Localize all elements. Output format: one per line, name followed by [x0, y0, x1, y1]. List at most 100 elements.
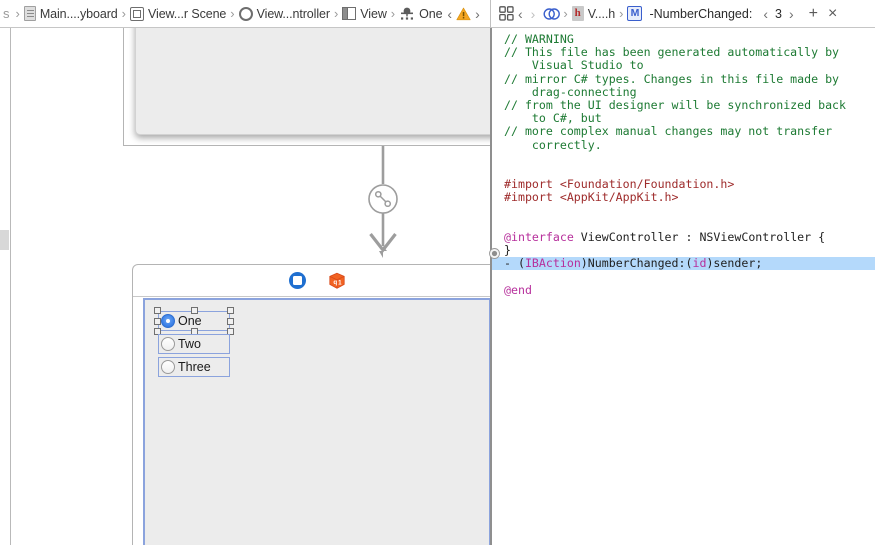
code-token: <Foundation/Foundation.h>	[559, 177, 735, 192]
warning-triangle-icon[interactable]	[456, 7, 471, 21]
close-assistant-editor-button[interactable]: ×	[823, 5, 842, 22]
interface-builder-canvas[interactable]: q 1 One Two Three	[0, 28, 491, 545]
radio-option-two[interactable]: Two	[158, 334, 230, 354]
code-token: @interface	[504, 229, 574, 244]
code-line: @end	[492, 282, 875, 297]
method-badge-icon: M	[627, 6, 643, 21]
breadcrumb-symbol-label: -NumberChanged:	[649, 6, 753, 21]
pane-divider[interactable]	[490, 28, 492, 545]
code-token: #import	[504, 190, 560, 205]
scene-root-view[interactable]: One Two Three	[143, 298, 491, 545]
code-token: // This file has been generated automati…	[504, 45, 840, 60]
header-file-icon: h	[571, 6, 584, 21]
radio-option-one[interactable]: One	[154, 307, 234, 335]
code-token: )NumberChanged:(	[580, 256, 693, 271]
code-token: to C#, but	[504, 111, 602, 126]
code-token: }	[504, 243, 511, 257]
assistant-separator: ›	[563, 6, 568, 21]
xcode-window: s › Main....yboard › View...r Scene › Vi…	[0, 0, 875, 545]
code-token: ViewController : NSViewController {	[573, 229, 826, 244]
canvas-jump-bar: s › Main....yboard › View...r Scene › Vi…	[0, 0, 491, 28]
breadcrumb-separator: ›	[390, 6, 396, 21]
code-line: - (IBAction)NumberChanged:(id)sender;	[492, 256, 875, 271]
navigator-edge-strip	[0, 28, 11, 545]
code-token: // mirror C# types. Changes in this file…	[504, 71, 840, 86]
radio-dot-icon	[161, 337, 175, 351]
code-token: #import	[504, 177, 560, 192]
radio-option-one-label: One	[178, 313, 202, 328]
view-controller-icon	[238, 6, 253, 21]
code-line: #import <AppKit/AppKit.h>	[492, 191, 875, 204]
counter-prev-button[interactable]: ‹	[759, 7, 772, 21]
code-token: // from the UI designer will be synchron…	[504, 97, 847, 112]
code-token: // WARNING	[504, 32, 574, 46]
counter-next-button[interactable]: ›	[785, 7, 798, 21]
breadcrumb-header-file-label: V....h	[587, 6, 616, 21]
assistant-forward-button[interactable]: ›	[527, 7, 540, 21]
code-token: @end	[504, 282, 532, 297]
related-files-grid-icon[interactable]	[499, 6, 514, 21]
breadcrumb-storyboard[interactable]: Main....yboard	[23, 3, 119, 25]
canvas-forward-button[interactable]: ›	[471, 7, 484, 21]
radio-dot-icon	[161, 314, 175, 328]
radio-group-icon	[399, 7, 415, 21]
view-controller-dock-icon[interactable]	[288, 272, 306, 289]
code-token: )sender;	[706, 256, 763, 271]
breadcrumb-separator: ›	[333, 6, 339, 21]
navigator-edge-handle[interactable]	[0, 230, 9, 250]
breadcrumb-scene-label: View...r Scene	[148, 6, 227, 21]
breadcrumb-separator: ›	[15, 6, 20, 21]
view-icon	[342, 7, 357, 20]
code-line: @interface ViewController : NSViewContro…	[492, 229, 875, 244]
source-code[interactable]: // WARNING// This file has been generate…	[492, 28, 875, 297]
code-token: - (	[504, 256, 525, 271]
breadcrumb-view-controller-label: View...ntroller	[256, 6, 330, 21]
storyboard-document-icon	[23, 6, 36, 21]
scene-dock: q 1	[133, 265, 491, 297]
segue-connection[interactable]	[366, 146, 400, 264]
scene-upper-view[interactable]	[135, 28, 491, 135]
scene-icon	[130, 6, 144, 21]
code-token: // more complex manual changes may not t…	[504, 124, 833, 139]
assistant-back-button[interactable]: ‹	[514, 7, 527, 21]
svg-text:1: 1	[338, 279, 342, 286]
add-assistant-editor-button[interactable]: +	[804, 5, 823, 22]
radio-dot-icon	[161, 360, 175, 374]
breadcrumb-radio-group[interactable]: One	[398, 3, 443, 25]
assistant-separator: ›	[619, 6, 624, 21]
first-responder-cube-icon[interactable]: q 1	[328, 272, 346, 290]
breadcrumb-radio-group-label: One	[419, 6, 443, 21]
breadcrumb-scene[interactable]: View...r Scene	[129, 3, 227, 25]
assistant-jump-bar: ‹ › › h V....h › M -NumberChanged: ‹ 3 ›…	[491, 0, 875, 28]
breadcrumb-view-controller[interactable]: View...ntroller	[238, 3, 331, 25]
radio-group-matrix[interactable]: One Two Three	[154, 307, 234, 380]
breadcrumb-symbol[interactable]: M -NumberChanged:	[626, 3, 753, 25]
assistant-code-editor[interactable]: // WARNING// This file has been generate…	[492, 28, 875, 545]
svg-text:q: q	[333, 279, 337, 286]
radio-option-three-label: Three	[178, 359, 211, 374]
breadcrumb-view[interactable]: View	[341, 3, 387, 25]
canvas-back-button[interactable]: ‹	[443, 7, 456, 21]
splitter-handle-icon[interactable]	[489, 248, 500, 259]
code-token: IBAction	[524, 256, 581, 271]
breadcrumb-separator: ›	[121, 6, 126, 21]
related-items-icon[interactable]	[543, 7, 561, 21]
code-token: id	[692, 256, 707, 271]
canvas-scroll-area[interactable]: q 1 One Two Three	[11, 28, 491, 545]
scene-lower-container[interactable]: q 1 One Two Three	[132, 264, 491, 545]
breadcrumb-storyboard-label: Main....yboard	[39, 6, 118, 21]
code-token: <AppKit/AppKit.h>	[559, 190, 679, 205]
code-token: correctly.	[504, 137, 602, 152]
breadcrumb-view-label: View	[360, 6, 387, 21]
radio-option-two-label: Two	[178, 336, 201, 351]
code-line: correctly.	[492, 137, 875, 152]
scene-upper-container[interactable]	[123, 28, 491, 146]
radio-option-three[interactable]: Three	[158, 357, 230, 377]
jumpbar-leading-truncation: s	[3, 6, 10, 21]
assistant-counter: 3	[774, 6, 782, 21]
breadcrumb-separator: ›	[230, 6, 235, 21]
breadcrumb-header-file[interactable]: h V....h	[571, 3, 616, 25]
